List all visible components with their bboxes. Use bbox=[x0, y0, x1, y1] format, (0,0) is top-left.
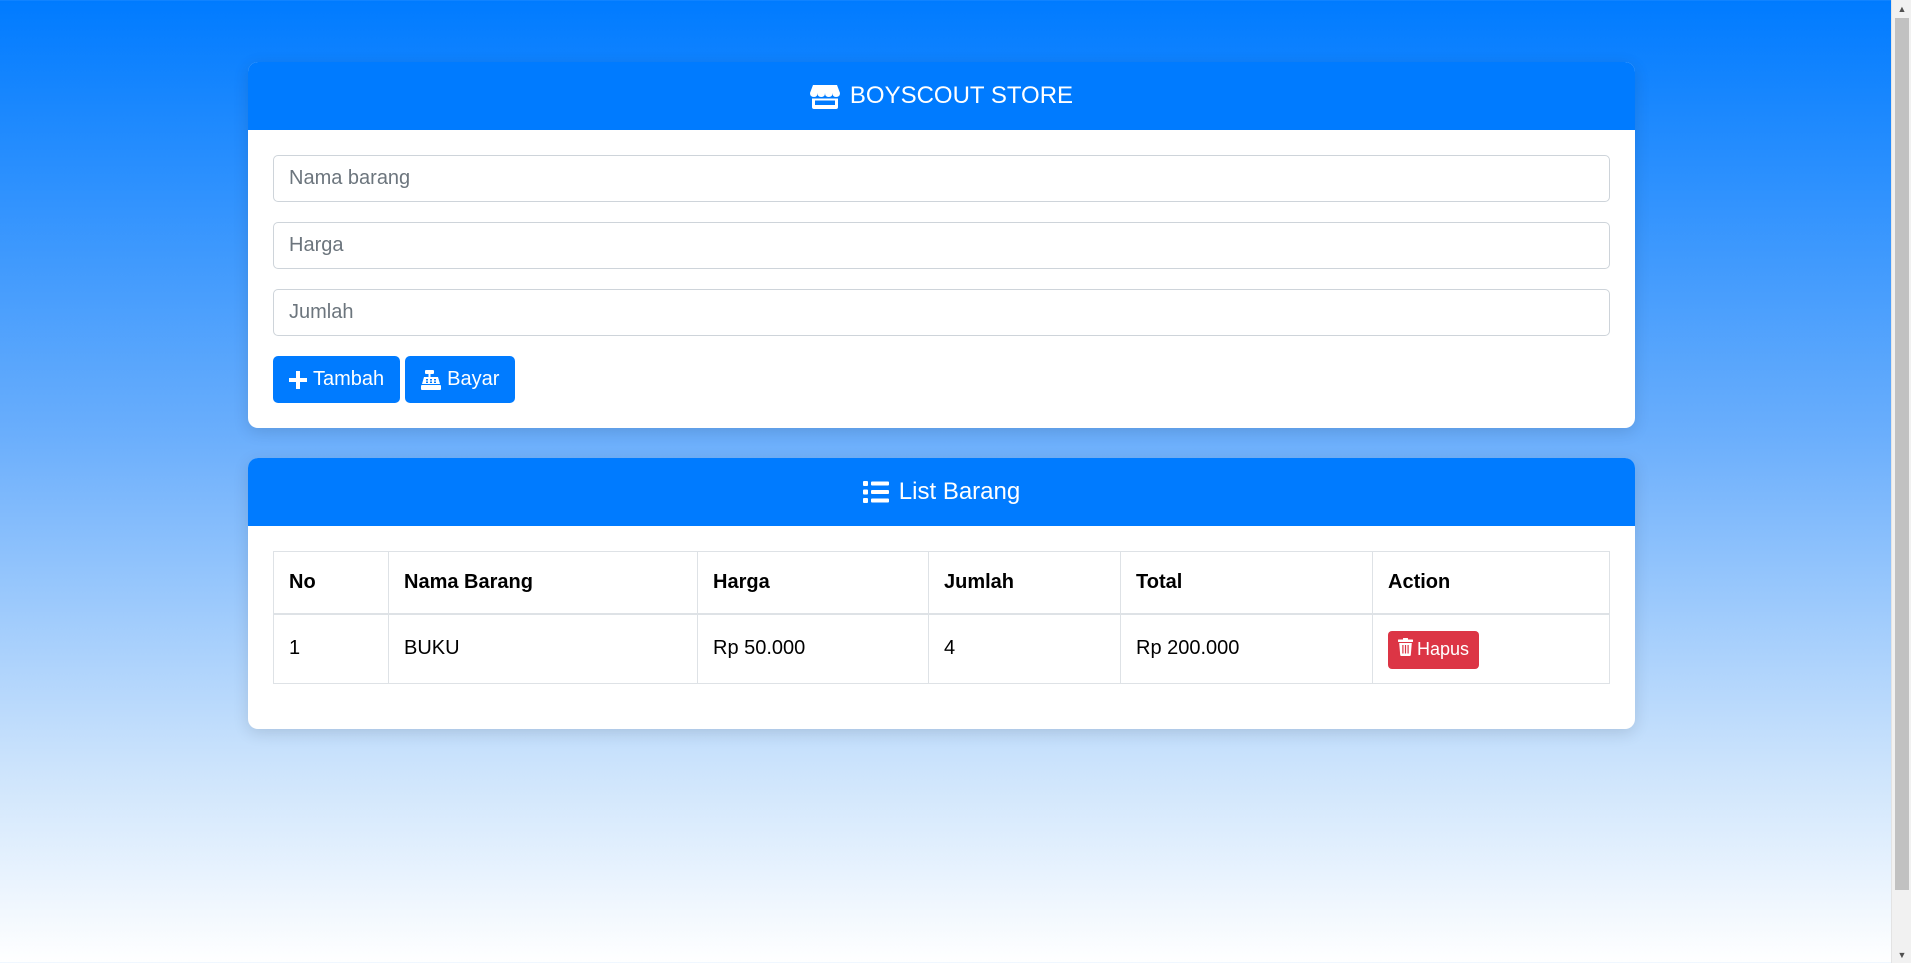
scroll-up-arrow-icon[interactable]: ▲ bbox=[1892, 0, 1911, 17]
trash-icon bbox=[1398, 638, 1413, 661]
plus-icon bbox=[289, 370, 307, 389]
store-icon bbox=[809, 83, 840, 109]
store-card: BOYSCOUT STORE Tambah bbox=[248, 62, 1635, 428]
items-table: No Nama Barang Harga Jumlah Total Action… bbox=[273, 551, 1610, 684]
tambah-label: Tambah bbox=[313, 368, 385, 390]
cell-harga: Rp 50.000 bbox=[697, 613, 929, 684]
scroll-down-arrow-icon[interactable]: ▼ bbox=[1892, 946, 1911, 963]
list-icon bbox=[862, 481, 889, 503]
column-header-action: Action bbox=[1372, 551, 1610, 615]
column-header-no: No bbox=[273, 551, 389, 615]
table-header-row: No Nama Barang Harga Jumlah Total Action bbox=[273, 551, 1610, 615]
scroll-thumb[interactable] bbox=[1895, 18, 1909, 890]
page: BOYSCOUT STORE Tambah bbox=[0, 0, 1891, 963]
column-header-jumlah: Jumlah bbox=[928, 551, 1121, 615]
form-actions: Tambah Bayar bbox=[273, 356, 1610, 403]
cell-action: Hapus bbox=[1372, 613, 1610, 684]
jumlah-input[interactable] bbox=[273, 289, 1610, 336]
tambah-button[interactable]: Tambah bbox=[273, 356, 401, 403]
nama-barang-input[interactable] bbox=[273, 155, 1610, 202]
cell-no: 1 bbox=[273, 613, 389, 684]
cell-total: Rp 200.000 bbox=[1120, 613, 1373, 684]
column-header-harga: Harga bbox=[697, 551, 929, 615]
bayar-button[interactable]: Bayar bbox=[405, 356, 516, 403]
list-card: List Barang No Nama Barang Harga Jumlah … bbox=[248, 458, 1635, 729]
list-body: No Nama Barang Harga Jumlah Total Action… bbox=[248, 526, 1635, 729]
store-form: Tambah bbox=[248, 130, 1635, 428]
hapus-button[interactable]: Hapus bbox=[1388, 630, 1480, 669]
page-scrollbar[interactable]: ▲ ▼ bbox=[1891, 0, 1911, 963]
cash-register-icon bbox=[421, 369, 442, 390]
bayar-label: Bayar bbox=[447, 368, 500, 390]
hapus-label: Hapus bbox=[1417, 639, 1470, 660]
cell-nama-barang: BUKU bbox=[388, 613, 698, 684]
cell-jumlah: 4 bbox=[928, 613, 1121, 684]
harga-input[interactable] bbox=[273, 222, 1610, 269]
list-card-header: List Barang bbox=[248, 458, 1635, 526]
column-header-total: Total bbox=[1120, 551, 1373, 615]
column-header-nama-barang: Nama Barang bbox=[388, 551, 698, 615]
store-title: BOYSCOUT STORE bbox=[849, 82, 1074, 109]
table-row: 1 BUKU Rp 50.000 4 Rp 200.000 Hapus bbox=[273, 613, 1610, 684]
store-card-header: BOYSCOUT STORE bbox=[248, 62, 1635, 130]
list-title: List Barang bbox=[898, 478, 1021, 505]
